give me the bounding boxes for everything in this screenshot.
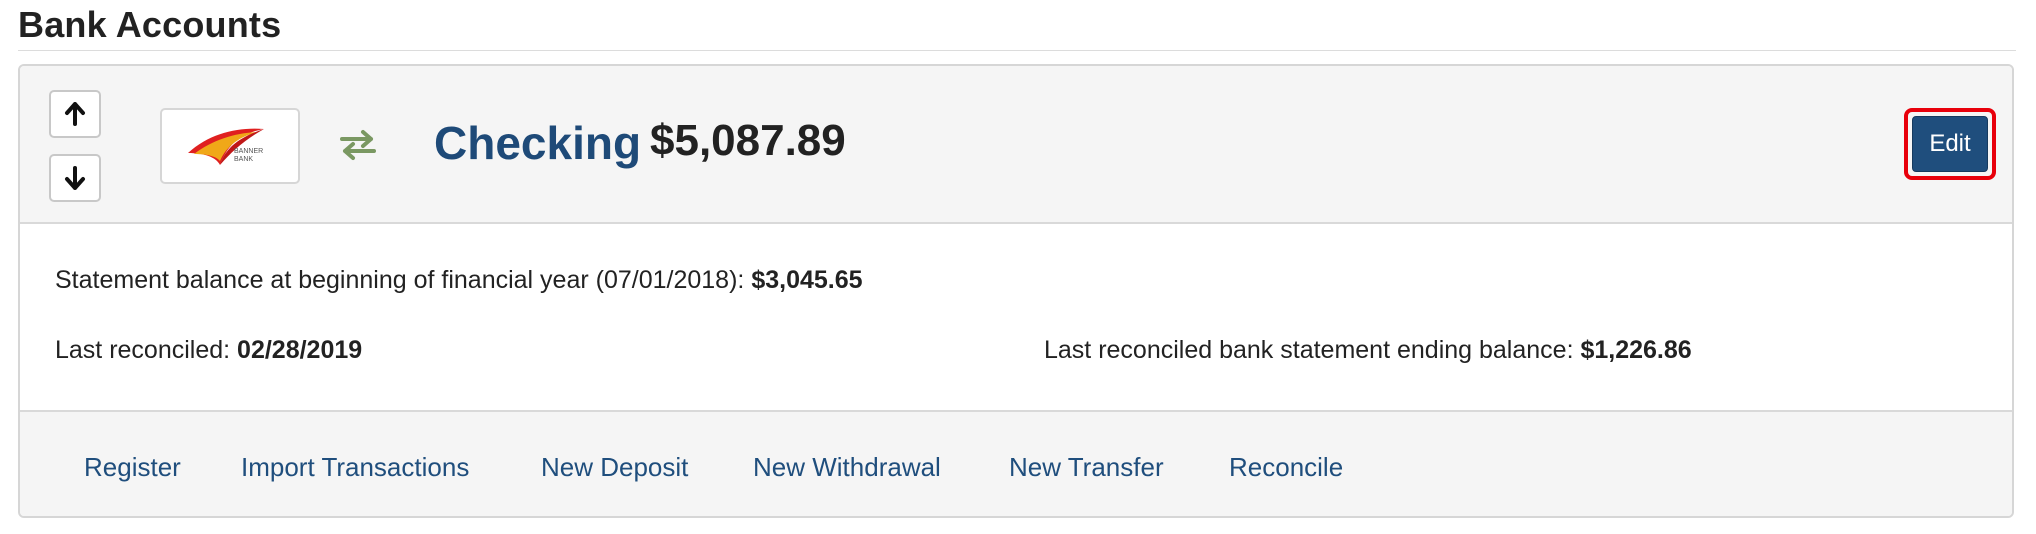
title-divider: [18, 50, 2016, 51]
page-title: Bank Accounts: [18, 4, 282, 45]
move-up-button[interactable]: [49, 90, 101, 138]
bank-logo: BANNER BANK: [160, 108, 300, 184]
bank-account-card: BANNER BANK Checking $5,087.89 Edit Stat…: [18, 64, 2014, 518]
fy-statement-balance-label: Statement balance at beginning of financ…: [55, 266, 752, 294]
fy-statement-balance-value: $3,045.65: [751, 266, 863, 294]
move-down-button[interactable]: [49, 154, 101, 202]
account-actions: Register Import Transactions New Deposit…: [20, 410, 2012, 516]
transfer-arrows-icon: [340, 130, 376, 160]
fy-statement-balance: Statement balance at beginning of financ…: [55, 266, 863, 295]
page: Bank Accounts BANNER BANK Checking $5,08…: [0, 0, 2036, 534]
edit-button[interactable]: Edit: [1912, 116, 1988, 172]
account-name-link[interactable]: Checking: [434, 116, 641, 170]
new-withdrawal-link[interactable]: New Withdrawal: [753, 452, 941, 483]
reconcile-link[interactable]: Reconcile: [1229, 452, 1343, 483]
new-deposit-link[interactable]: New Deposit: [541, 452, 688, 483]
new-transfer-link[interactable]: New Transfer: [1009, 452, 1164, 483]
account-details: Statement balance at beginning of financ…: [20, 224, 2012, 410]
last-reconciled-value: 02/28/2019: [237, 336, 363, 364]
bank-logo-text: BANNER BANK: [234, 148, 264, 163]
last-reconciled-ending-balance: Last reconciled bank statement ending ba…: [1044, 336, 1692, 365]
last-reconciled-label: Last reconciled:: [55, 336, 238, 364]
ending-balance-label: Last reconciled bank statement ending ba…: [1044, 336, 1581, 364]
ending-balance-value: $1,226.86: [1580, 336, 1692, 364]
register-link[interactable]: Register: [84, 452, 181, 483]
import-transactions-link[interactable]: Import Transactions: [241, 452, 469, 483]
account-header: BANNER BANK Checking $5,087.89 Edit: [20, 66, 2012, 224]
last-reconciled: Last reconciled: 02/28/2019: [55, 336, 362, 365]
arrow-up-icon: [65, 102, 85, 126]
account-balance: $5,087.89: [650, 116, 846, 165]
arrow-down-icon: [65, 166, 85, 190]
